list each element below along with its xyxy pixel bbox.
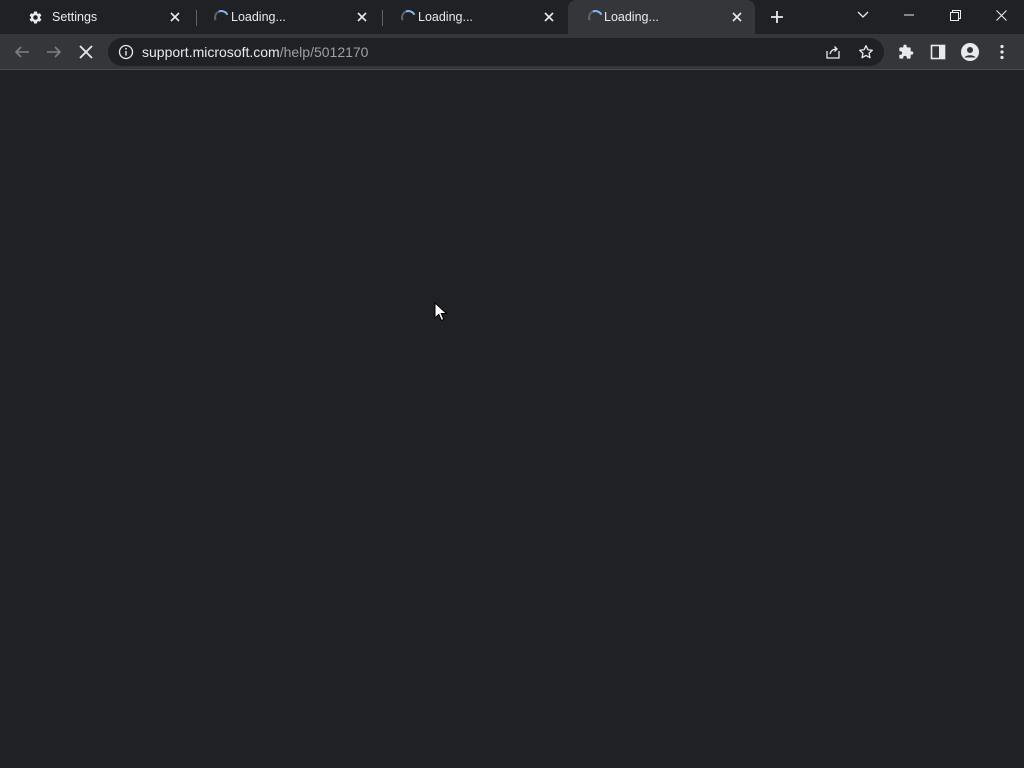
close-icon xyxy=(995,9,1007,21)
avatar-icon xyxy=(961,43,979,61)
page-content[interactable] xyxy=(0,71,1024,768)
close-tab-icon[interactable] xyxy=(167,9,183,25)
site-info-icon[interactable] xyxy=(118,44,134,60)
minimize-icon xyxy=(904,14,914,16)
restore-button[interactable] xyxy=(932,0,978,30)
share-icon[interactable] xyxy=(822,41,844,63)
tab-title: Settings xyxy=(52,10,98,24)
side-panel-icon xyxy=(930,44,946,60)
close-tab-icon[interactable] xyxy=(541,9,557,25)
close-window-button[interactable] xyxy=(978,0,1024,30)
loading-spinner-icon xyxy=(585,7,606,28)
browser-toolbar: support.microsoft.com/help/5012170 xyxy=(0,34,1024,70)
browser-window: Settings Loading... Loading... Loading..… xyxy=(0,0,1024,768)
close-tab-icon[interactable] xyxy=(729,9,745,25)
tab-strip: Settings Loading... Loading... Loading..… xyxy=(0,0,1024,34)
tab-title: Loading... xyxy=(418,10,473,24)
gear-icon xyxy=(28,10,43,25)
profile-button[interactable] xyxy=(956,38,984,66)
chevron-down-icon xyxy=(857,11,869,18)
tab-title: Loading... xyxy=(604,10,659,24)
arrow-right-icon xyxy=(47,46,62,58)
minimize-button[interactable] xyxy=(886,0,932,30)
bookmark-star-icon[interactable] xyxy=(855,41,877,63)
menu-button[interactable] xyxy=(988,38,1016,66)
restore-icon xyxy=(949,9,961,21)
tab-loading-active[interactable]: Loading... xyxy=(568,0,755,34)
tab-loading-2[interactable]: Loading... xyxy=(381,0,567,34)
tab-settings[interactable]: Settings xyxy=(8,0,193,34)
address-bar[interactable]: support.microsoft.com/help/5012170 xyxy=(108,38,884,66)
back-button[interactable] xyxy=(8,38,36,66)
extensions-button[interactable] xyxy=(892,38,920,66)
close-tab-icon[interactable] xyxy=(354,9,370,25)
url-text[interactable]: support.microsoft.com/help/5012170 xyxy=(142,45,368,60)
arrow-left-icon xyxy=(14,46,29,58)
side-panel-button[interactable] xyxy=(924,38,952,66)
tab-search-button[interactable] xyxy=(852,4,874,26)
url-host: support.microsoft.com xyxy=(142,44,280,60)
mouse-cursor-icon xyxy=(434,302,448,322)
plus-icon xyxy=(771,11,783,23)
puzzle-icon xyxy=(899,44,914,59)
loading-spinner-icon xyxy=(398,7,419,28)
stop-loading-icon xyxy=(79,45,93,59)
stop-loading-button[interactable] xyxy=(72,38,100,66)
tab-title: Loading... xyxy=(231,10,286,24)
loading-spinner-icon xyxy=(211,7,232,28)
more-vertical-icon xyxy=(1000,44,1004,60)
tab-loading-1[interactable]: Loading... xyxy=(194,0,380,34)
url-path: /help/5012170 xyxy=(279,44,369,60)
new-tab-button[interactable] xyxy=(765,6,789,28)
forward-button[interactable] xyxy=(40,38,68,66)
